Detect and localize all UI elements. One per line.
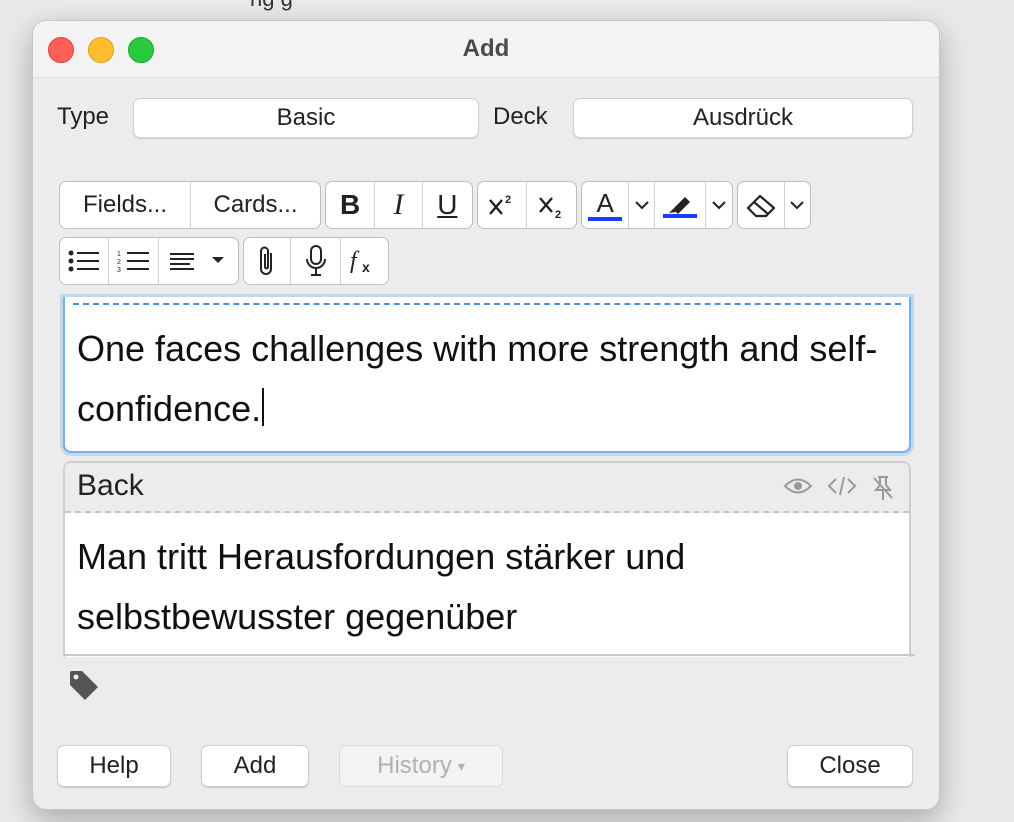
alignment-button[interactable]	[159, 238, 238, 284]
color-group: A	[581, 181, 733, 229]
note-type-selector[interactable]: Basic	[133, 98, 479, 138]
tag-icon[interactable]	[67, 669, 101, 703]
text-color-button[interactable]: A	[582, 182, 630, 228]
back-field: Back Man tritt Herausfordungen stärker u…	[63, 461, 911, 657]
text-style-group: B I U	[325, 181, 473, 229]
title-bar: Add	[33, 21, 939, 78]
back-field-header: Back	[65, 463, 909, 513]
pin-icon[interactable]	[871, 475, 895, 501]
front-field-text[interactable]: One faces challenges with more strength …	[77, 319, 897, 439]
formula-icon: f x	[350, 248, 370, 275]
script-group: 2 2	[477, 181, 577, 229]
record-audio-button[interactable]	[291, 238, 341, 284]
history-button[interactable]: History ▾	[339, 745, 503, 787]
history-dropdown-arrow: ▾	[457, 757, 465, 774]
deck-label: Deck	[493, 103, 548, 130]
help-button[interactable]: Help	[57, 745, 171, 787]
superscript-icon: 2	[489, 194, 511, 215]
add-button[interactable]: Add	[201, 745, 309, 787]
text-color-swatch	[588, 216, 623, 221]
editor-bottom-border	[63, 654, 915, 656]
list-group: 1 2 3	[59, 237, 239, 285]
chevron-down-icon	[790, 201, 805, 210]
svg-text:2: 2	[505, 194, 511, 206]
cards-button[interactable]: Cards...	[191, 182, 320, 228]
close-button[interactable]: Close	[787, 745, 913, 787]
fields-cards-group: Fields... Cards...	[59, 181, 321, 229]
code-icon[interactable]	[827, 475, 857, 497]
paperclip-icon	[260, 246, 273, 275]
back-field-text[interactable]: Man tritt Herausfordungen stärker und se…	[77, 527, 877, 647]
svg-text:1: 1	[117, 251, 121, 258]
bold-button[interactable]: B	[326, 182, 376, 228]
highlighter-icon	[669, 197, 691, 214]
eraser-icon	[746, 194, 775, 218]
clear-formatting-button[interactable]	[738, 182, 785, 228]
microphone-icon	[305, 245, 326, 276]
window-title: Add	[462, 35, 510, 62]
back-field-label: Back	[77, 469, 144, 502]
highlight-color-dropdown[interactable]	[706, 182, 732, 228]
highlight-color-button[interactable]	[655, 182, 707, 228]
chevron-down-icon	[634, 201, 649, 210]
clear-format-group	[737, 181, 811, 229]
text-color-dropdown[interactable]	[629, 182, 656, 228]
bullet-list-button[interactable]	[60, 238, 110, 284]
mathjax-button[interactable]: f x	[341, 238, 388, 284]
underline-button[interactable]: U	[423, 182, 472, 228]
svg-text:2: 2	[555, 209, 561, 220]
add-window: Add Type Basic Deck Ausdrück Fields... C…	[32, 20, 940, 810]
superscript-button[interactable]: 2	[478, 182, 528, 228]
subscript-icon: 2	[538, 197, 561, 220]
svg-text:2: 2	[117, 259, 121, 266]
type-label: Type	[57, 103, 110, 130]
svg-text:x: x	[362, 259, 370, 275]
chevron-down-icon	[712, 201, 726, 210]
numbered-list-icon: 1 2 3	[117, 251, 149, 274]
align-icon	[170, 253, 225, 270]
eye-icon[interactable]	[783, 475, 813, 497]
clear-formatting-dropdown[interactable]	[785, 182, 810, 228]
history-label: History	[377, 752, 452, 779]
field-divider	[73, 303, 901, 305]
svg-text:f: f	[350, 248, 360, 274]
subscript-button[interactable]: 2	[527, 182, 576, 228]
fields-button[interactable]: Fields...	[60, 182, 191, 228]
highlight-color-swatch	[663, 214, 698, 218]
front-field-editor[interactable]: One faces challenges with more strength …	[63, 297, 911, 453]
media-group: f x	[243, 237, 389, 285]
deck-selector[interactable]: Ausdrück	[573, 98, 913, 138]
text-color-letter: A	[596, 187, 614, 218]
italic-button[interactable]: I	[375, 182, 423, 228]
attach-button[interactable]	[244, 238, 292, 284]
bullet-list-icon	[68, 250, 100, 272]
numbered-list-button[interactable]: 1 2 3	[109, 238, 159, 284]
svg-text:3: 3	[117, 267, 121, 274]
background-window-text: ng g	[250, 0, 293, 12]
text-cursor	[262, 388, 265, 426]
